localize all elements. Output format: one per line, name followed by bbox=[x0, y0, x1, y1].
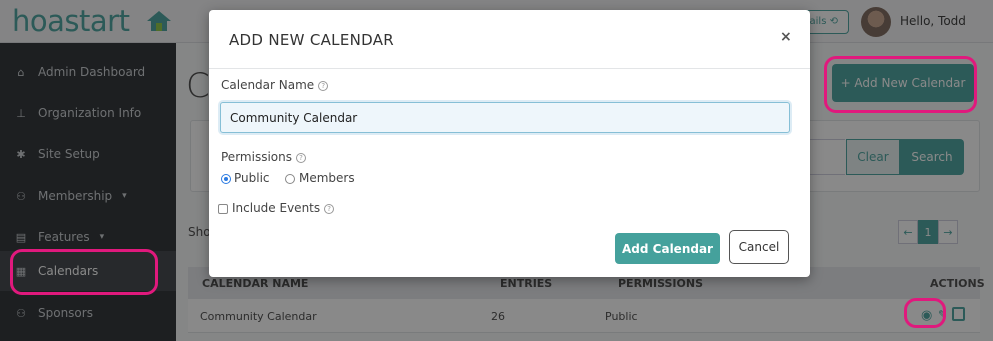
help-icon: ? bbox=[295, 152, 306, 163]
cancel-button[interactable]: Cancel bbox=[729, 230, 789, 264]
permissions-label: Permissions? bbox=[221, 150, 306, 164]
members-radio-label[interactable]: Members bbox=[299, 171, 355, 185]
calendar-name-label: Calendar Name? bbox=[221, 78, 329, 92]
close-icon[interactable]: × bbox=[780, 29, 792, 45]
include-events-checkbox[interactable] bbox=[218, 204, 228, 214]
add-calendar-modal: ADD NEW CALENDAR × Calendar Name? Permis… bbox=[209, 10, 810, 277]
public-radio-label[interactable]: Public bbox=[234, 171, 270, 185]
divider bbox=[209, 68, 810, 69]
highlight-add-new-calendar bbox=[824, 56, 977, 113]
modal-title: ADD NEW CALENDAR bbox=[229, 31, 394, 49]
highlight-calendars bbox=[10, 249, 158, 295]
public-radio[interactable] bbox=[221, 174, 231, 184]
include-events-label[interactable]: Include Events? bbox=[232, 201, 335, 215]
highlight-view-icon bbox=[904, 298, 946, 328]
help-icon: ? bbox=[318, 80, 329, 91]
help-icon: ? bbox=[324, 203, 335, 214]
add-calendar-button[interactable]: Add Calendar bbox=[615, 233, 720, 264]
calendar-name-input[interactable] bbox=[220, 102, 790, 133]
members-radio[interactable] bbox=[285, 174, 295, 184]
